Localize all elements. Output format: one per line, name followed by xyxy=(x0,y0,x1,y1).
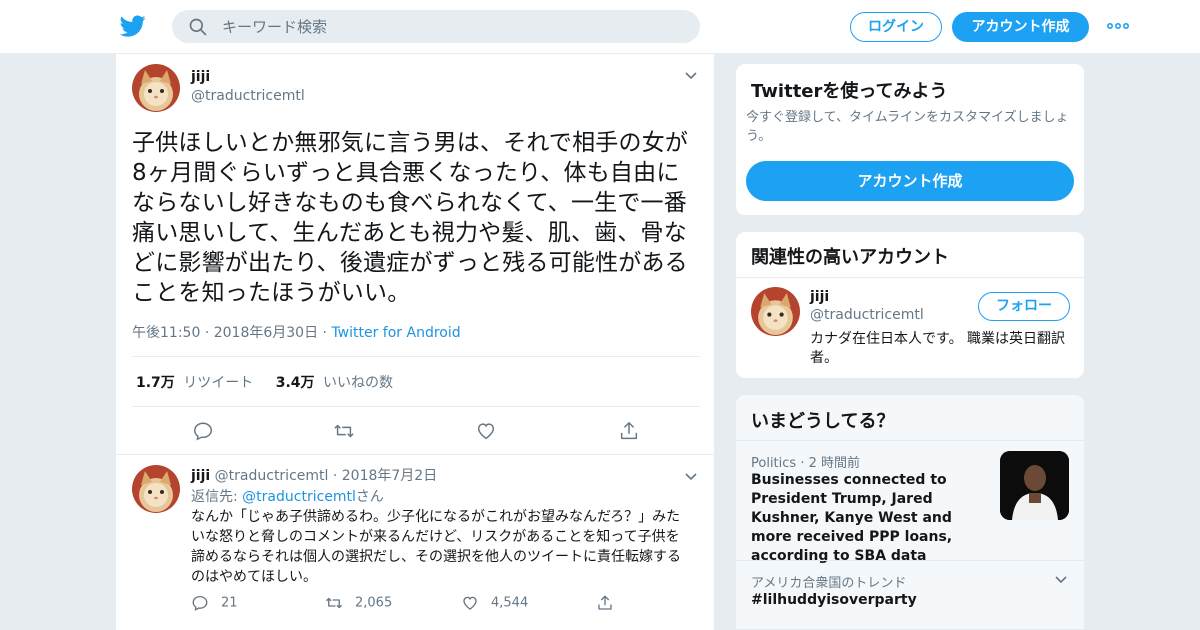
retweet-icon[interactable] xyxy=(333,420,355,442)
like-icon[interactable] xyxy=(461,594,479,612)
tweet-author-handle[interactable]: @traductricemtl xyxy=(191,88,305,104)
more-options-icon[interactable] xyxy=(1106,18,1130,34)
avatar[interactable] xyxy=(132,64,180,112)
trend-hashtag[interactable]: #lilhuddyisoverparty xyxy=(751,592,917,608)
tweet-stats: 1.7万 リツイート 3.4万 いいねの数 xyxy=(136,372,393,392)
news-category: Politics xyxy=(751,456,797,471)
top-navigation-bar: ログイン アカウント作成 xyxy=(0,0,1200,54)
retweet-icon[interactable] xyxy=(325,594,343,612)
like-count[interactable]: 3.4万 xyxy=(276,375,315,391)
signup-card-button[interactable]: アカウント作成 xyxy=(746,161,1074,201)
reply-action-reply[interactable]: 21 xyxy=(191,594,238,612)
chevron-down-icon[interactable] xyxy=(1054,575,1068,585)
trend-item[interactable]: アメリカ合衆国のトレンド #lilhuddyisoverparty xyxy=(736,560,1084,629)
signup-button[interactable]: アカウント作成 xyxy=(952,12,1089,42)
reply-to-label: 返信先: xyxy=(191,489,238,505)
reply-icon[interactable] xyxy=(191,594,209,612)
retweet-label[interactable]: リツイート xyxy=(183,375,253,391)
tweet-date[interactable]: 2018年6月30日 xyxy=(214,325,318,341)
reply-to-handle-link[interactable]: @traductricemtl xyxy=(242,489,356,505)
reply-count: 21 xyxy=(221,595,238,611)
like-label[interactable]: いいねの数 xyxy=(323,375,393,391)
tweet-detail-column: jiji @traductricemtl 子供ほしいとか無邪気に言う男は、それで… xyxy=(115,54,715,630)
related-accounts-card: 関連性の高いアカウント jiji @traductricemtl フォロー カナ… xyxy=(735,231,1085,379)
share-icon[interactable] xyxy=(618,420,640,442)
search-input[interactable] xyxy=(222,10,682,43)
reply-action-like[interactable]: 4,544 xyxy=(461,594,528,612)
twitter-bird-logo-icon[interactable] xyxy=(120,13,146,39)
reply-text: なんか「じゃあ子供諦めるわ。少子化になるがこれがお望みなんだろ？」みたいな怒りと… xyxy=(191,509,681,585)
like-icon[interactable] xyxy=(475,420,497,442)
tweet-text: 子供ほしいとか無邪気に言う男は、それで相手の女が8ヶ月間ぐらいずっと具合悪くなっ… xyxy=(132,130,689,306)
reply-to-line: 返信先: @traductricemtlさん xyxy=(191,486,384,506)
reply-action-share[interactable] xyxy=(596,594,626,612)
news-headline[interactable]: Businesses connected to President Trump,… xyxy=(751,471,991,566)
news-item[interactable]: Politics · 2 時間前 Businesses connected to… xyxy=(736,440,1084,564)
signup-card-title: Twitterを使ってみよう xyxy=(751,81,948,102)
reply-date[interactable]: 2018年7月2日 xyxy=(342,468,437,484)
reply-author-name[interactable]: jiji xyxy=(191,468,210,484)
follow-button[interactable]: フォロー xyxy=(978,292,1070,321)
retweet-count: 2,065 xyxy=(355,595,393,611)
signup-card: Twitterを使ってみよう 今すぐ登録して、タイムラインをカスタマイズしましょ… xyxy=(735,63,1085,216)
trends-card: いまどうしてる？ Politics · 2 時間前 Businesses con… xyxy=(735,394,1085,630)
tweet-author-name[interactable]: jiji xyxy=(191,69,210,85)
signup-card-subtitle: 今すぐ登録して、タイムラインをカスタマイズしましょう。 xyxy=(746,110,1069,144)
reply-author-handle[interactable]: @traductricemtl xyxy=(215,468,329,484)
login-button[interactable]: ログイン xyxy=(850,12,942,42)
related-account-handle[interactable]: @traductricemtl xyxy=(810,307,924,323)
reply-header: jiji @traductricemtl · 2018年7月2日 xyxy=(191,465,437,485)
search-icon xyxy=(189,18,207,36)
divider xyxy=(132,356,700,357)
reply-icon[interactable] xyxy=(192,420,214,442)
chevron-down-icon[interactable] xyxy=(684,472,698,482)
news-time: 2 時間前 xyxy=(808,456,860,471)
separator-dot: · xyxy=(800,456,809,471)
cat-avatar-icon xyxy=(132,64,180,112)
news-photo-image xyxy=(1000,451,1069,520)
chevron-down-icon[interactable] xyxy=(684,71,698,81)
trends-title: いまどうしてる？ xyxy=(751,411,895,432)
reply-to-suffix: さん xyxy=(355,489,384,505)
tweet-time[interactable]: 午後11:50 xyxy=(132,325,200,341)
cat-avatar-icon xyxy=(751,287,800,336)
news-meta: Politics · 2 時間前 xyxy=(751,452,860,471)
news-thumbnail[interactable] xyxy=(1000,451,1069,520)
cat-avatar-icon xyxy=(132,465,180,513)
like-count: 4,544 xyxy=(491,595,529,611)
reply-tweet[interactable]: jiji @traductricemtl · 2018年7月2日 返信先: @t… xyxy=(116,454,714,630)
share-icon[interactable] xyxy=(596,594,614,612)
related-accounts-title: 関連性の高いアカウント xyxy=(751,247,949,268)
search-box xyxy=(172,10,700,43)
avatar[interactable] xyxy=(751,287,800,336)
divider xyxy=(736,277,1084,278)
related-account-name[interactable]: jiji xyxy=(810,289,829,305)
avatar[interactable] xyxy=(132,465,180,513)
separator-dot: · xyxy=(204,325,214,341)
separator-dot: · xyxy=(332,468,342,484)
tweet-metadata: 午後11:50 · 2018年6月30日 · Twitter for Andro… xyxy=(132,322,461,342)
retweet-count[interactable]: 1.7万 xyxy=(136,375,175,391)
reply-action-retweet[interactable]: 2,065 xyxy=(325,594,392,612)
related-account-bio: カナダ在住日本人です。 職業は英日翻訳者。 xyxy=(810,331,1066,366)
trend-location: アメリカ合衆国のトレンド xyxy=(751,576,907,591)
divider xyxy=(132,406,700,407)
tweet-source-link[interactable]: Twitter for Android xyxy=(331,325,460,341)
